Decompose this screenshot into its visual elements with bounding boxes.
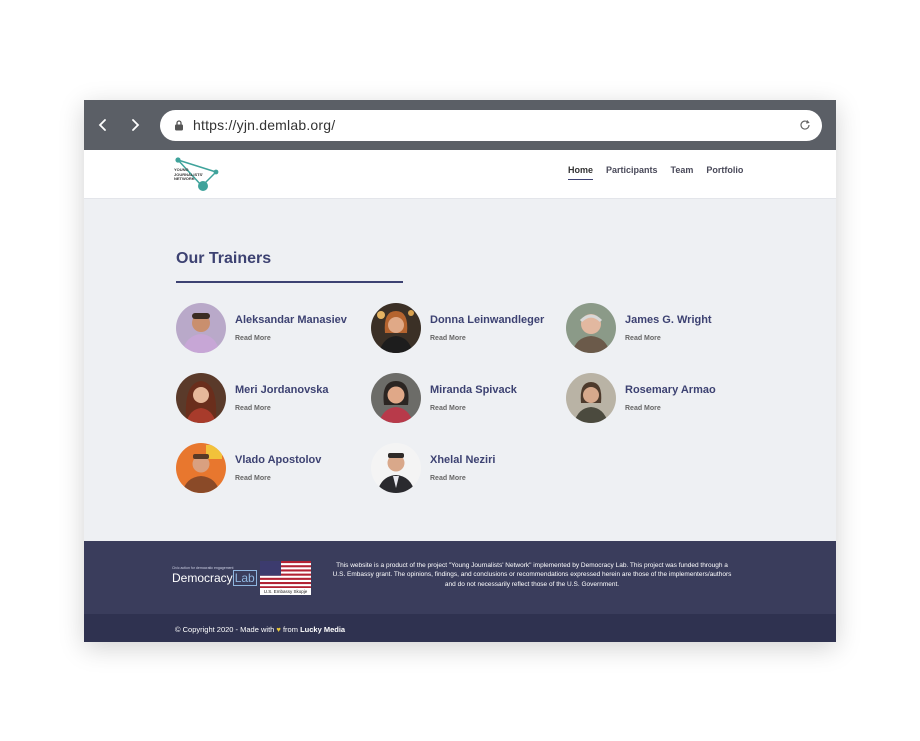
site-header: YOUNG JOURNALISTS' NETWORK Home Particip… bbox=[84, 150, 836, 199]
logo-word: NETWORK bbox=[174, 176, 195, 181]
trainer-photo[interactable] bbox=[566, 373, 616, 423]
nav-home[interactable]: Home bbox=[568, 165, 594, 180]
read-more-link[interactable]: Read More bbox=[235, 335, 271, 342]
main-nav: Home Participants Team Portfolio bbox=[568, 165, 743, 180]
logo-wordmark: YOUNG JOURNALISTS' NETWORK bbox=[174, 167, 203, 182]
copyright-bar: © Copyright 2020 - Made with ♥ from Luck… bbox=[84, 614, 836, 642]
read-more-link[interactable]: Read More bbox=[625, 405, 661, 412]
person-icon bbox=[176, 373, 226, 423]
browser-toolbar: https://yjn.demlab.org/ bbox=[84, 100, 836, 150]
trainer-name[interactable]: Vlado Apostolov bbox=[235, 454, 321, 466]
address-bar[interactable]: https://yjn.demlab.org/ bbox=[160, 110, 822, 141]
title-underline bbox=[176, 281, 403, 283]
nav-portfolio[interactable]: Portfolio bbox=[706, 165, 743, 180]
trainer-name[interactable]: Meri Jordanovska bbox=[235, 384, 329, 396]
trainer-name[interactable]: Rosemary Armao bbox=[625, 384, 716, 396]
us-flag-icon bbox=[260, 561, 311, 588]
democracy-lab-wordmark: Democracy Lab bbox=[172, 570, 257, 586]
chevron-right-icon bbox=[132, 119, 140, 131]
democracy-lab-logo[interactable]: Civic action for democratic engagement D… bbox=[172, 566, 257, 590]
reload-icon[interactable] bbox=[799, 119, 811, 131]
trainer-photo[interactable] bbox=[371, 373, 421, 423]
site-logo[interactable]: YOUNG JOURNALISTS' NETWORK bbox=[174, 156, 220, 192]
browser-window: https://yjn.demlab.org/ YOUNG JOURNALIST… bbox=[84, 100, 836, 642]
trainer-card: James G. Wright Read More bbox=[566, 303, 756, 355]
maker-link[interactable]: Lucky Media bbox=[300, 625, 345, 634]
trainer-card: Donna Leinwandleger Read More bbox=[371, 303, 561, 355]
funding-disclaimer: This website is a product of the project… bbox=[332, 562, 732, 588]
section-title: Our Trainers bbox=[176, 250, 272, 267]
trainer-name[interactable]: Xhelal Neziri bbox=[430, 454, 495, 466]
lab-word: Lab bbox=[232, 570, 257, 586]
copyright-from: from bbox=[282, 625, 298, 634]
trainer-card: Xhelal Neziri Read More bbox=[371, 443, 561, 495]
read-more-link[interactable]: Read More bbox=[430, 405, 466, 412]
trainer-name[interactable]: Donna Leinwandleger bbox=[430, 314, 544, 326]
trainer-photo[interactable] bbox=[176, 373, 226, 423]
trainer-card: Vlado Apostolov Read More bbox=[176, 443, 366, 495]
trainer-photo[interactable] bbox=[176, 303, 226, 353]
trainer-photo[interactable] bbox=[371, 303, 421, 353]
person-icon bbox=[176, 303, 226, 353]
heart-icon: ♥ bbox=[276, 625, 281, 634]
trainer-name[interactable]: James G. Wright bbox=[625, 314, 712, 326]
copyright-prefix: © Copyright 2020 - Made with bbox=[175, 625, 275, 634]
us-embassy-logo[interactable]: U.S. Embassy Skopje bbox=[260, 561, 311, 595]
read-more-link[interactable]: Read More bbox=[625, 335, 661, 342]
read-more-link[interactable]: Read More bbox=[430, 335, 466, 342]
nav-participants[interactable]: Participants bbox=[606, 165, 658, 180]
trainer-card: Miranda Spivack Read More bbox=[371, 373, 561, 425]
forward-button[interactable] bbox=[124, 114, 146, 136]
trainer-photo[interactable] bbox=[371, 443, 421, 493]
read-more-link[interactable]: Read More bbox=[235, 405, 271, 412]
embassy-caption: U.S. Embassy Skopje bbox=[263, 589, 308, 594]
person-icon bbox=[176, 443, 226, 493]
democracy-lab-tagline: Civic action for democratic engagement bbox=[172, 566, 234, 570]
person-icon bbox=[371, 303, 421, 353]
person-icon bbox=[371, 443, 421, 493]
read-more-link[interactable]: Read More bbox=[430, 475, 466, 482]
person-icon bbox=[566, 303, 616, 353]
trainer-card: Rosemary Armao Read More bbox=[566, 373, 756, 425]
trainer-photo[interactable] bbox=[176, 443, 226, 493]
trainer-card: Meri Jordanovska Read More bbox=[176, 373, 366, 425]
read-more-link[interactable]: Read More bbox=[235, 475, 271, 482]
lock-icon bbox=[175, 120, 183, 131]
copyright-text: © Copyright 2020 - Made with ♥ from Luck… bbox=[175, 625, 345, 634]
trainer-card: Aleksandar Manasiev Read More bbox=[176, 303, 366, 355]
trainer-photo[interactable] bbox=[566, 303, 616, 353]
person-icon bbox=[566, 373, 616, 423]
trainer-name[interactable]: Aleksandar Manasiev bbox=[235, 314, 347, 326]
democracy-word: Democracy bbox=[172, 571, 233, 585]
back-button[interactable] bbox=[92, 114, 114, 136]
person-icon bbox=[371, 373, 421, 423]
trainer-name[interactable]: Miranda Spivack bbox=[430, 384, 517, 396]
chevron-left-icon bbox=[98, 119, 106, 131]
site-footer: Civic action for democratic engagement D… bbox=[84, 541, 836, 614]
nav-team[interactable]: Team bbox=[671, 165, 694, 180]
url-text: https://yjn.demlab.org/ bbox=[193, 117, 336, 133]
